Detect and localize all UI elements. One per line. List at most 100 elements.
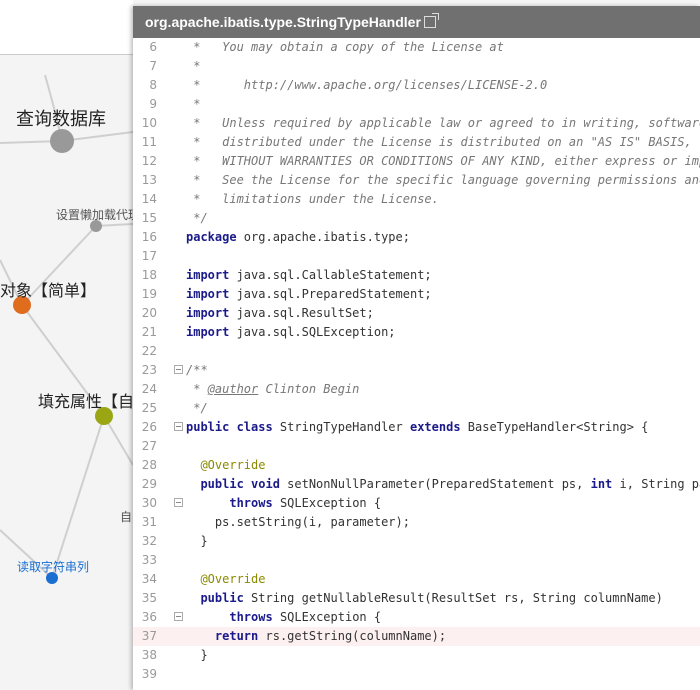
line-number: 9 (149, 97, 157, 111)
code-token: SQLException { (272, 496, 382, 510)
line-number: 14 (141, 192, 157, 206)
line-number: 13 (141, 173, 157, 187)
line-number: 22 (141, 344, 157, 358)
line-number: 8 (149, 78, 157, 92)
code-text: @Override (186, 570, 265, 589)
code-line: 16 package org.apache.ibatis.type; (133, 228, 700, 247)
code-line: 26 public class StringTypeHandler extends… (133, 418, 700, 437)
code-text: * See the License for the specific langu… (186, 171, 700, 190)
code-token: import (186, 268, 230, 282)
code-line: 13 * See the License for the specific la… (133, 171, 700, 190)
code-line: 18 import java.sql.CallableStatement; (133, 266, 700, 285)
mind-map-label-lazy-proxy[interactable]: 设置懒加载代理 (56, 206, 140, 223)
fold-toggle-icon[interactable] (174, 365, 183, 374)
code-line: 39 (133, 665, 700, 684)
code-text: return rs.getString(columnName); (186, 627, 446, 646)
code-token: @Override (186, 458, 266, 472)
line-number: 33 (141, 553, 157, 567)
line-number: 15 (141, 211, 157, 225)
line-number: 10 (141, 116, 157, 130)
code-text: */ (186, 399, 208, 418)
code-line: 37 return rs.getString(columnName); (133, 627, 700, 646)
code-text: */ (186, 209, 207, 228)
code-line: 30 throws SQLException { (133, 494, 700, 513)
line-number: 16 (141, 230, 157, 244)
code-line: 20 import java.sql.ResultSet; (133, 304, 700, 323)
line-number: 32 (141, 534, 157, 548)
code-line: 36 throws SQLException { (133, 608, 700, 627)
line-number: 29 (141, 477, 157, 491)
line-number: 6 (149, 40, 157, 54)
code-text: * You may obtain a copy of the License a… (186, 38, 504, 57)
code-line: 9 * (133, 95, 700, 114)
line-number: 30 (141, 496, 157, 510)
code-text: * WITHOUT WARRANTIES OR CONDITIONS OF AN… (186, 152, 700, 171)
code-token: java.sql.SQLException; (229, 325, 396, 339)
code-text: /** (186, 361, 208, 380)
code-text: * (186, 95, 200, 114)
code-token: extends (409, 420, 461, 434)
fold-toggle-icon[interactable] (174, 612, 183, 621)
line-number: 26 (141, 420, 157, 434)
external-link-icon[interactable] (423, 13, 439, 28)
code-token: rs.getString(columnName); (258, 629, 447, 643)
code-line: 11 * distributed under the License is di… (133, 133, 700, 152)
line-number: 23 (141, 363, 157, 377)
fold-toggle-icon[interactable] (174, 498, 183, 507)
code-token: java.sql.PreparedStatement; (229, 287, 432, 301)
line-number: 38 (141, 648, 157, 662)
code-text: * http://www.apache.org/licenses/LICENSE… (186, 76, 547, 95)
mind-map-label-query-db[interactable]: 查询数据库 (16, 105, 106, 131)
code-token: ps.setString(i, parameter); (186, 515, 410, 529)
mind-map-label-object-simple[interactable]: 对象【简单】 (0, 277, 96, 301)
top-bar (0, 0, 133, 55)
code-token: return (214, 629, 259, 643)
code-text: import java.sql.ResultSet; (186, 304, 374, 323)
code-line: 22 (133, 342, 700, 361)
code-token: import (186, 325, 230, 339)
code-line: 29 public void setNonNullParameter(Prepa… (133, 475, 700, 494)
code-token: public class (186, 420, 273, 434)
code-token: import (186, 287, 230, 301)
code-text: * Unless required by applicable law or a… (186, 114, 700, 133)
code-line: 35 public String getNullableResult(Resul… (133, 589, 700, 608)
code-text: * (186, 57, 200, 76)
code-token: @Override (186, 572, 266, 586)
line-number: 18 (141, 268, 157, 282)
code-token: public void (200, 477, 280, 491)
code-line: 7 * (133, 57, 700, 76)
mind-map-label-read-string[interactable]: 读取字符串列 (17, 558, 89, 575)
panel-title: org.apache.ibatis.type.StringTypeHandler (145, 14, 421, 30)
code-token: */ (186, 401, 208, 415)
code-line: 8 * http://www.apache.org/licenses/LICEN… (133, 76, 700, 95)
code-token: * http://www.apache.org/licenses/LICENSE… (186, 78, 548, 92)
code-token: * You may obtain a copy of the License a… (186, 40, 504, 54)
mind-map-label-partial[interactable]: 自 (120, 508, 132, 525)
code-line: 14 * limitations under the License. (133, 190, 700, 209)
code-token: SQLException { (272, 610, 382, 624)
code-text: package org.apache.ibatis.type; (186, 228, 410, 247)
code-line: 31 ps.setString(i, parameter); (133, 513, 700, 532)
mind-map-label-fill-props[interactable]: 填充属性【自 (38, 388, 134, 412)
code-token: org.apache.ibatis.type; (236, 230, 410, 244)
code-line: 6 * You may obtain a copy of the License… (133, 38, 700, 57)
code-token: java.sql.CallableStatement; (229, 268, 432, 282)
mind-map-node-big[interactable] (50, 129, 74, 153)
code-token: throws (229, 610, 273, 624)
code-token: i, String pa (612, 477, 700, 491)
line-number: 31 (141, 515, 157, 529)
mind-map-edge (51, 415, 105, 579)
code-line: 33 (133, 551, 700, 570)
line-number: 36 (141, 610, 157, 624)
line-number: 25 (141, 401, 157, 415)
code-view[interactable]: 6 * You may obtain a copy of the License… (133, 38, 700, 684)
code-token: } (186, 534, 208, 548)
fold-toggle-icon[interactable] (174, 422, 183, 431)
code-line: 23 /** (133, 361, 700, 380)
code-line: 28 @Override (133, 456, 700, 475)
code-text: public class StringTypeHandler extends B… (186, 418, 648, 437)
source-viewer-panel: org.apache.ibatis.type.StringTypeHandler… (133, 6, 700, 690)
